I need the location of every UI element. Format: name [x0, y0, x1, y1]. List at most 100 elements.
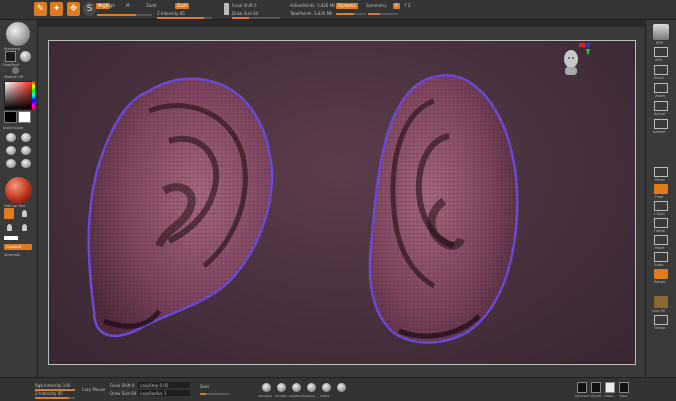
standard-stroke-icon[interactable] — [577, 382, 587, 393]
inflate-brush-icon[interactable] — [6, 146, 16, 155]
draw-icon[interactable]: ✦ — [50, 2, 63, 16]
curvetube-brush-icon[interactable] — [337, 383, 346, 392]
draw-size-label[interactable]: Draw Size 64 — [232, 11, 258, 16]
dots-slider[interactable] — [200, 393, 230, 395]
mask-stroke-icon[interactable] — [619, 382, 629, 393]
top-toolbar: ✎ ✦ ✥ S Mrgb Rgb M Zadd Zsub Z Intensity… — [0, 0, 676, 20]
lazy-mouse-label[interactable]: Lazy Mouse — [82, 387, 105, 392]
scroll-icon[interactable] — [654, 65, 668, 75]
alpha-icon[interactable] — [20, 51, 31, 62]
actual-icon[interactable] — [654, 101, 668, 111]
edit-icon[interactable]: ✎ — [34, 2, 47, 16]
move-icon[interactable]: ✥ — [67, 2, 80, 16]
primary-color-swatch[interactable] — [18, 111, 31, 123]
clay-brush-icon[interactable] — [21, 146, 31, 155]
right-item-floor: Floor — [655, 195, 664, 199]
symmetry-slider[interactable] — [368, 13, 398, 15]
transp-icon[interactable] — [654, 315, 668, 325]
smooth-brush-icon[interactable] — [6, 133, 16, 142]
mode-zsub[interactable]: Zsub — [175, 3, 189, 9]
move-brush-icon[interactable] — [21, 133, 31, 142]
right-item-frame: Frame — [654, 229, 665, 233]
dam-standard-icon[interactable] — [6, 159, 16, 168]
right-item-linefill: Line Fill — [652, 309, 666, 313]
z-intensity-slider[interactable] — [157, 17, 212, 19]
alternate-label[interactable]: Alternate — [4, 253, 20, 257]
frame-icon[interactable] — [654, 218, 668, 228]
rotate-view-icon[interactable] — [654, 269, 668, 279]
gradient-swatch[interactable] — [4, 236, 18, 240]
lsym-icon[interactable] — [654, 201, 668, 211]
rgb-intensity-slider[interactable] — [97, 14, 152, 16]
light-icon-2[interactable] — [7, 224, 12, 231]
navigation-head-icon — [564, 50, 578, 75]
color-picker[interactable] — [4, 81, 33, 110]
bottom-toolbar: Rgb Intensity 100 Z Intensity 85 Lazy Mo… — [0, 377, 676, 401]
right-item-scroll: Scroll — [654, 76, 664, 80]
inflate-stroke-icon[interactable] — [605, 382, 615, 393]
smooth-bottom-brush-icon[interactable] — [277, 383, 286, 392]
polyframe-icon[interactable] — [654, 296, 668, 308]
secondary-color-swatch[interactable] — [4, 111, 17, 123]
bottom-z-intensity-label[interactable]: Z Intensity 85 — [35, 391, 63, 396]
right-item-persp: Persp — [655, 178, 665, 182]
focal-shift-label[interactable]: Focal Shift 0 — [232, 3, 257, 8]
mode-rgb[interactable]: Rgb — [107, 3, 115, 8]
draw-size-slider[interactable] — [232, 17, 280, 19]
inflate-bottom-brush-icon[interactable] — [322, 383, 331, 392]
z-intensity-label[interactable]: Z Intensity 85 — [157, 11, 185, 16]
light-icon[interactable] — [22, 210, 27, 217]
floor-icon[interactable] — [654, 184, 668, 194]
stroke-icon[interactable] — [5, 51, 16, 62]
dots-label[interactable]: Dots — [200, 384, 209, 389]
light-active-icon[interactable] — [4, 208, 14, 219]
light-icon-3[interactable] — [22, 224, 27, 231]
stroke-name-1: Smooth — [590, 394, 602, 398]
zspheres-icon[interactable]: S — [83, 2, 96, 16]
pinch-brush-icon[interactable] — [21, 159, 31, 168]
pen-icon — [224, 3, 229, 15]
symmetry-x-button[interactable]: X — [393, 3, 400, 9]
bpr-render-icon[interactable] — [653, 24, 669, 40]
switch-color-label[interactable]: SwitchColor — [3, 126, 24, 130]
claybuildup-brush-icon[interactable] — [292, 383, 301, 392]
scale-view-icon[interactable] — [654, 252, 668, 262]
brush-preview-icon[interactable] — [6, 22, 30, 46]
viewport-canvas[interactable] — [48, 40, 636, 365]
brush-name-1: Smooth — [275, 394, 287, 398]
rgb-intensity-bottom-slider[interactable] — [35, 389, 75, 391]
dynamic-slider[interactable] — [336, 13, 366, 15]
right-ear-mesh — [368, 74, 519, 344]
gradient-label: Gradient — [6, 245, 22, 249]
hue-slider[interactable] — [32, 81, 35, 110]
texture-icon[interactable] — [12, 67, 19, 74]
move-bottom-brush-icon[interactable] — [307, 383, 316, 392]
material-sphere-icon[interactable] — [5, 177, 32, 204]
ear-models — [87, 43, 590, 344]
smooth-stroke-icon[interactable] — [591, 382, 601, 393]
draw-size-bottom-label[interactable]: Draw Size 64 — [110, 391, 136, 396]
persp-icon[interactable] — [654, 167, 668, 177]
focal-shift-bottom-label[interactable]: Focal Shift 0 — [110, 383, 135, 388]
right-item-move: Move — [655, 246, 665, 250]
symmetry-button[interactable]: Symmetry — [366, 3, 387, 8]
standard-brush-icon[interactable] — [262, 383, 271, 392]
right-item-rotate: Rotate — [654, 280, 666, 284]
mode-zadd[interactable]: Zadd — [146, 3, 156, 8]
spix-icon[interactable] — [654, 47, 668, 57]
symmetry-y-label[interactable]: Y Z — [404, 3, 410, 8]
aahalf-icon[interactable] — [654, 119, 668, 129]
left-shelf: Standard DragRect Texture Off SwitchColo… — [0, 20, 38, 383]
active-points: ActivePoints: 3.426 Mil — [290, 3, 336, 8]
dynamic-button[interactable]: Dynamic — [336, 3, 358, 9]
z-intensity-bottom-slider[interactable] — [35, 397, 75, 399]
brush-name-2: ClayBuildup — [289, 394, 307, 398]
mode-m[interactable]: M — [126, 3, 129, 8]
stroke-name-0: Standard — [575, 394, 589, 398]
rgb-intensity-label[interactable]: Rgb Intensity 100 — [35, 383, 70, 388]
move-view-icon[interactable] — [654, 235, 668, 245]
right-item-lsym: L.Sym — [654, 212, 665, 216]
stroke-name-2: Inflate — [604, 394, 614, 398]
zoom-icon[interactable] — [654, 83, 668, 93]
right-shelf: BPR SPix Scroll Zoom Actual AAHalf Persp… — [645, 20, 676, 383]
